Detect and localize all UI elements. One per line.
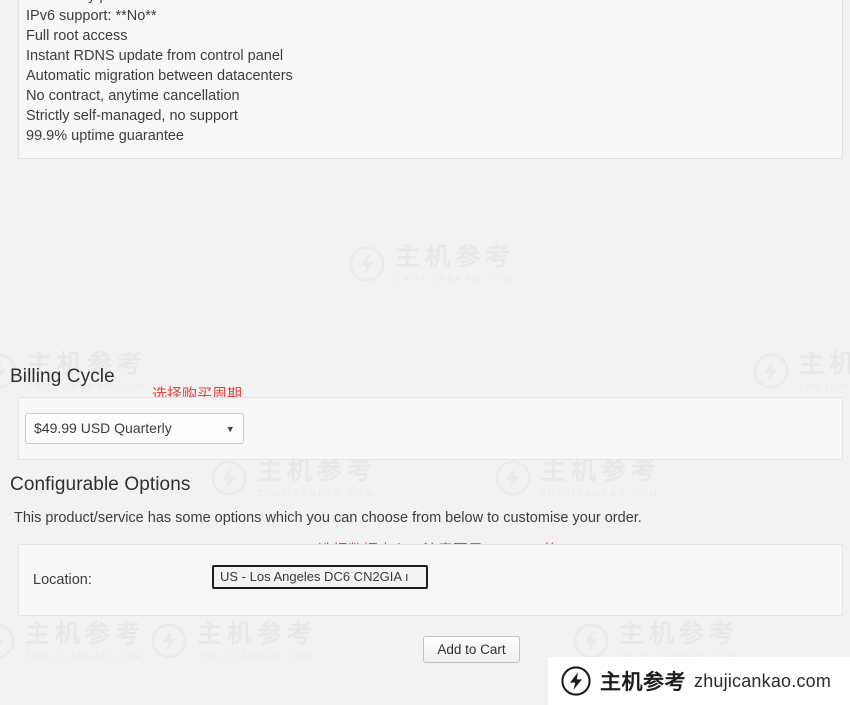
description-line: Automatic migration between datacenters: [26, 68, 293, 84]
location-label: Location:: [33, 572, 92, 588]
badge-cn-label: 主机参考: [600, 671, 686, 694]
billing-cycle-panel: $49.99 USD Quarterly ▾: [18, 397, 843, 460]
location-select[interactable]: US - Los Angeles DC6 CN2GIA ı: [212, 565, 428, 589]
order-configuration-page: 2.5 Gbps E-commerce optimized premium ne…: [0, 0, 850, 705]
description-line: Strictly self-managed, no support: [26, 108, 238, 124]
product-description-panel: 2.5 Gbps E-commerce optimized premium ne…: [18, 0, 843, 159]
description-line: 99.9% uptime guarantee: [26, 128, 184, 144]
description-line: Instant RDNS update from control panel: [26, 48, 284, 64]
configurable-options-heading: Configurable Options: [10, 474, 191, 495]
badge-domain-label: zhujicankao.com: [694, 670, 832, 691]
product-description-list: 2.5 Gbps E-commerce optimized premium ne…: [19, 0, 842, 146]
billing-cycle-heading: Billing Cycle: [10, 366, 115, 387]
configurable-options-panel: [18, 544, 843, 616]
description-line: No contract, anytime cancellation: [26, 88, 240, 104]
configurable-options-note: This product/service has some options wh…: [14, 510, 642, 526]
description-line: IPv6 support: **No**: [26, 8, 157, 24]
description-line: Full root access: [26, 28, 128, 44]
add-to-cart-button[interactable]: Add to Cart: [423, 636, 520, 663]
billing-cycle-select-wrap: $49.99 USD Quarterly ▾: [25, 413, 244, 444]
site-branding-badge: 主机参考 zhujicankao.com: [548, 657, 850, 705]
billing-cycle-select[interactable]: $49.99 USD Quarterly: [25, 413, 244, 444]
lightning-circle-icon: [561, 666, 591, 696]
